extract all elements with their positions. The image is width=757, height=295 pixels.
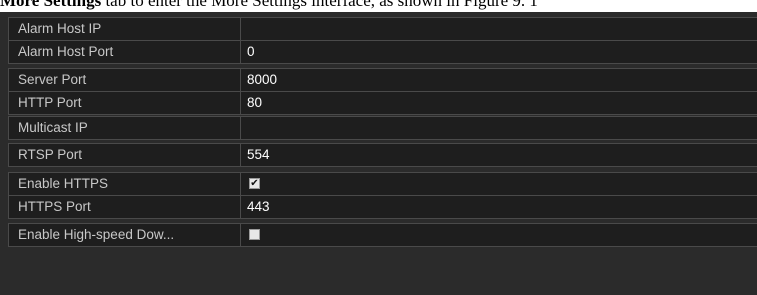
https-port-label: HTTPS Port bbox=[9, 196, 241, 218]
enable-high-speed-download-label: Enable High-speed Dow... bbox=[9, 224, 241, 246]
row-http-port: HTTP Port 80 bbox=[8, 91, 757, 115]
rtsp-port-label: RTSP Port bbox=[9, 144, 241, 166]
row-enable-high-speed-download: Enable High-speed Dow... bbox=[8, 223, 757, 247]
row-alarm-host-ip: Alarm Host IP bbox=[8, 17, 757, 41]
multicast-ip-field[interactable] bbox=[247, 117, 747, 139]
alarm-host-port-label: Alarm Host Port bbox=[9, 41, 241, 63]
alarm-host-port-field[interactable]: 0 bbox=[247, 41, 255, 63]
caption-bold: More Settings bbox=[0, 0, 102, 10]
enable-https-checkbox[interactable]: ✔ bbox=[249, 178, 260, 189]
row-multicast-ip: Multicast IP bbox=[8, 116, 757, 140]
http-port-field[interactable]: 80 bbox=[247, 92, 262, 114]
server-port-field[interactable]: 8000 bbox=[247, 69, 277, 91]
rtsp-port-field[interactable]: 554 bbox=[247, 144, 270, 166]
multicast-ip-label: Multicast IP bbox=[9, 117, 241, 139]
alarm-host-ip-field[interactable] bbox=[247, 18, 747, 40]
alarm-host-ip-label: Alarm Host IP bbox=[9, 18, 241, 40]
caption-text: tab to enter the More Settings interface… bbox=[101, 0, 538, 10]
http-port-label: HTTP Port bbox=[9, 92, 241, 114]
enable-https-label: Enable HTTPS bbox=[9, 173, 241, 195]
row-server-port: Server Port 8000 bbox=[8, 68, 757, 92]
checkmark-icon: ✔ bbox=[250, 178, 259, 189]
page-caption: More Settings tab to enter the More Sett… bbox=[0, 0, 757, 11]
more-settings-panel: Alarm Host IP Alarm Host Port 0 Server P… bbox=[0, 12, 757, 295]
row-https-port: HTTPS Port 443 bbox=[8, 195, 757, 219]
row-alarm-host-port: Alarm Host Port 0 bbox=[8, 40, 757, 64]
server-port-label: Server Port bbox=[9, 69, 241, 91]
https-port-field[interactable]: 443 bbox=[247, 196, 270, 218]
row-rtsp-port: RTSP Port 554 bbox=[8, 143, 757, 167]
row-enable-https: Enable HTTPS ✔ bbox=[8, 172, 757, 196]
enable-high-speed-download-checkbox[interactable] bbox=[249, 229, 260, 240]
